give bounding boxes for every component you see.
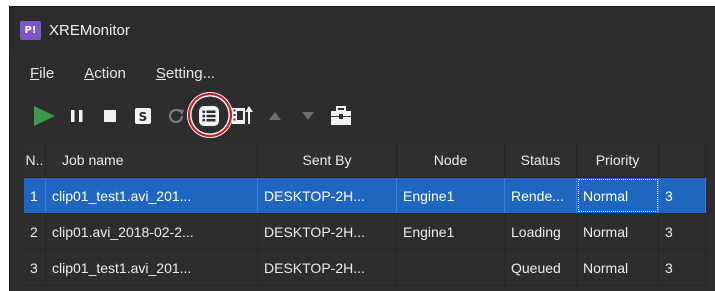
cell-number: 1 <box>24 178 46 213</box>
cell-priority: Normal <box>577 178 659 213</box>
cell-job-name: clip01.avi_2018-02-2... <box>46 214 258 249</box>
retry-button[interactable] <box>162 102 190 130</box>
menu-file[interactable]: File <box>30 65 54 82</box>
menu-bar: File Action Setting... <box>10 54 715 92</box>
toolbox-icon <box>331 106 351 125</box>
column-header-number[interactable]: N.. <box>24 142 46 177</box>
move-up-icon <box>269 112 281 120</box>
media-button[interactable] <box>228 102 256 130</box>
column-header-priority[interactable]: Priority <box>577 142 659 177</box>
column-header-extra[interactable] <box>659 142 706 177</box>
cell-status: Loading <box>505 214 577 249</box>
cell-job-name: clip01_test1.avi_201... <box>46 250 258 285</box>
cell-number: 3 <box>24 250 46 285</box>
cell-status: Queued <box>505 250 577 285</box>
svg-text:S: S <box>139 110 148 124</box>
cell-node: Engine1 <box>397 214 505 249</box>
menu-action[interactable]: Action <box>84 65 126 82</box>
reset-icon: S <box>135 108 151 124</box>
media-icon <box>232 106 253 124</box>
column-header-job-name[interactable]: Job name <box>46 142 258 177</box>
highlight-ring <box>188 93 232 137</box>
column-header-sent-by[interactable]: Sent By <box>258 142 397 177</box>
reset-button[interactable]: S <box>129 102 157 130</box>
cell-priority: Normal <box>577 250 659 285</box>
table-row[interactable]: 2 clip01.avi_2018-02-2... DESKTOP-2H... … <box>24 214 706 250</box>
menu-setting[interactable]: Setting... <box>156 65 215 82</box>
column-header-node[interactable]: Node <box>397 142 505 177</box>
cell-extra: 3 <box>659 178 706 213</box>
move-down-button[interactable] <box>294 102 322 130</box>
title-bar: P! XREMonitor <box>10 7 715 54</box>
table-row[interactable]: 3 clip01_test1.avi_201... DESKTOP-2H... … <box>24 250 706 286</box>
start-button[interactable] <box>30 102 58 130</box>
window-title: XREMonitor <box>49 22 130 39</box>
job-list-button[interactable] <box>188 93 232 137</box>
cell-sent-by: DESKTOP-2H... <box>258 214 397 249</box>
cell-sent-by: DESKTOP-2H... <box>258 250 397 285</box>
start-icon <box>34 106 55 126</box>
cell-job-name: clip01_test1.avi_201... <box>46 178 258 213</box>
app-logo-icon: P! <box>20 21 41 40</box>
stop-button[interactable] <box>96 102 124 130</box>
toolbar: S <box>10 92 715 140</box>
move-up-button[interactable] <box>261 102 289 130</box>
column-header-status[interactable]: Status <box>505 142 577 177</box>
table-row[interactable]: 1 clip01_test1.avi_201... DESKTOP-2H... … <box>24 178 706 214</box>
pause-icon <box>71 110 83 122</box>
cell-priority: Normal <box>577 214 659 249</box>
job-table: N.. Job name Sent By Node Status Priorit… <box>24 142 706 286</box>
cell-status: Rende... <box>505 178 577 213</box>
move-down-icon <box>302 112 314 120</box>
cell-node: Engine1 <box>397 178 505 213</box>
retry-icon <box>168 108 184 124</box>
cell-sent-by: DESKTOP-2H... <box>258 178 397 213</box>
pause-button[interactable] <box>63 102 91 130</box>
cell-extra: 3 <box>659 214 706 249</box>
table-header: N.. Job name Sent By Node Status Priorit… <box>24 142 706 178</box>
cell-node <box>397 250 505 285</box>
toolbox-button[interactable] <box>327 102 355 130</box>
stop-icon <box>104 110 116 122</box>
cell-extra: 3 <box>659 250 706 285</box>
cell-number: 2 <box>24 214 46 249</box>
